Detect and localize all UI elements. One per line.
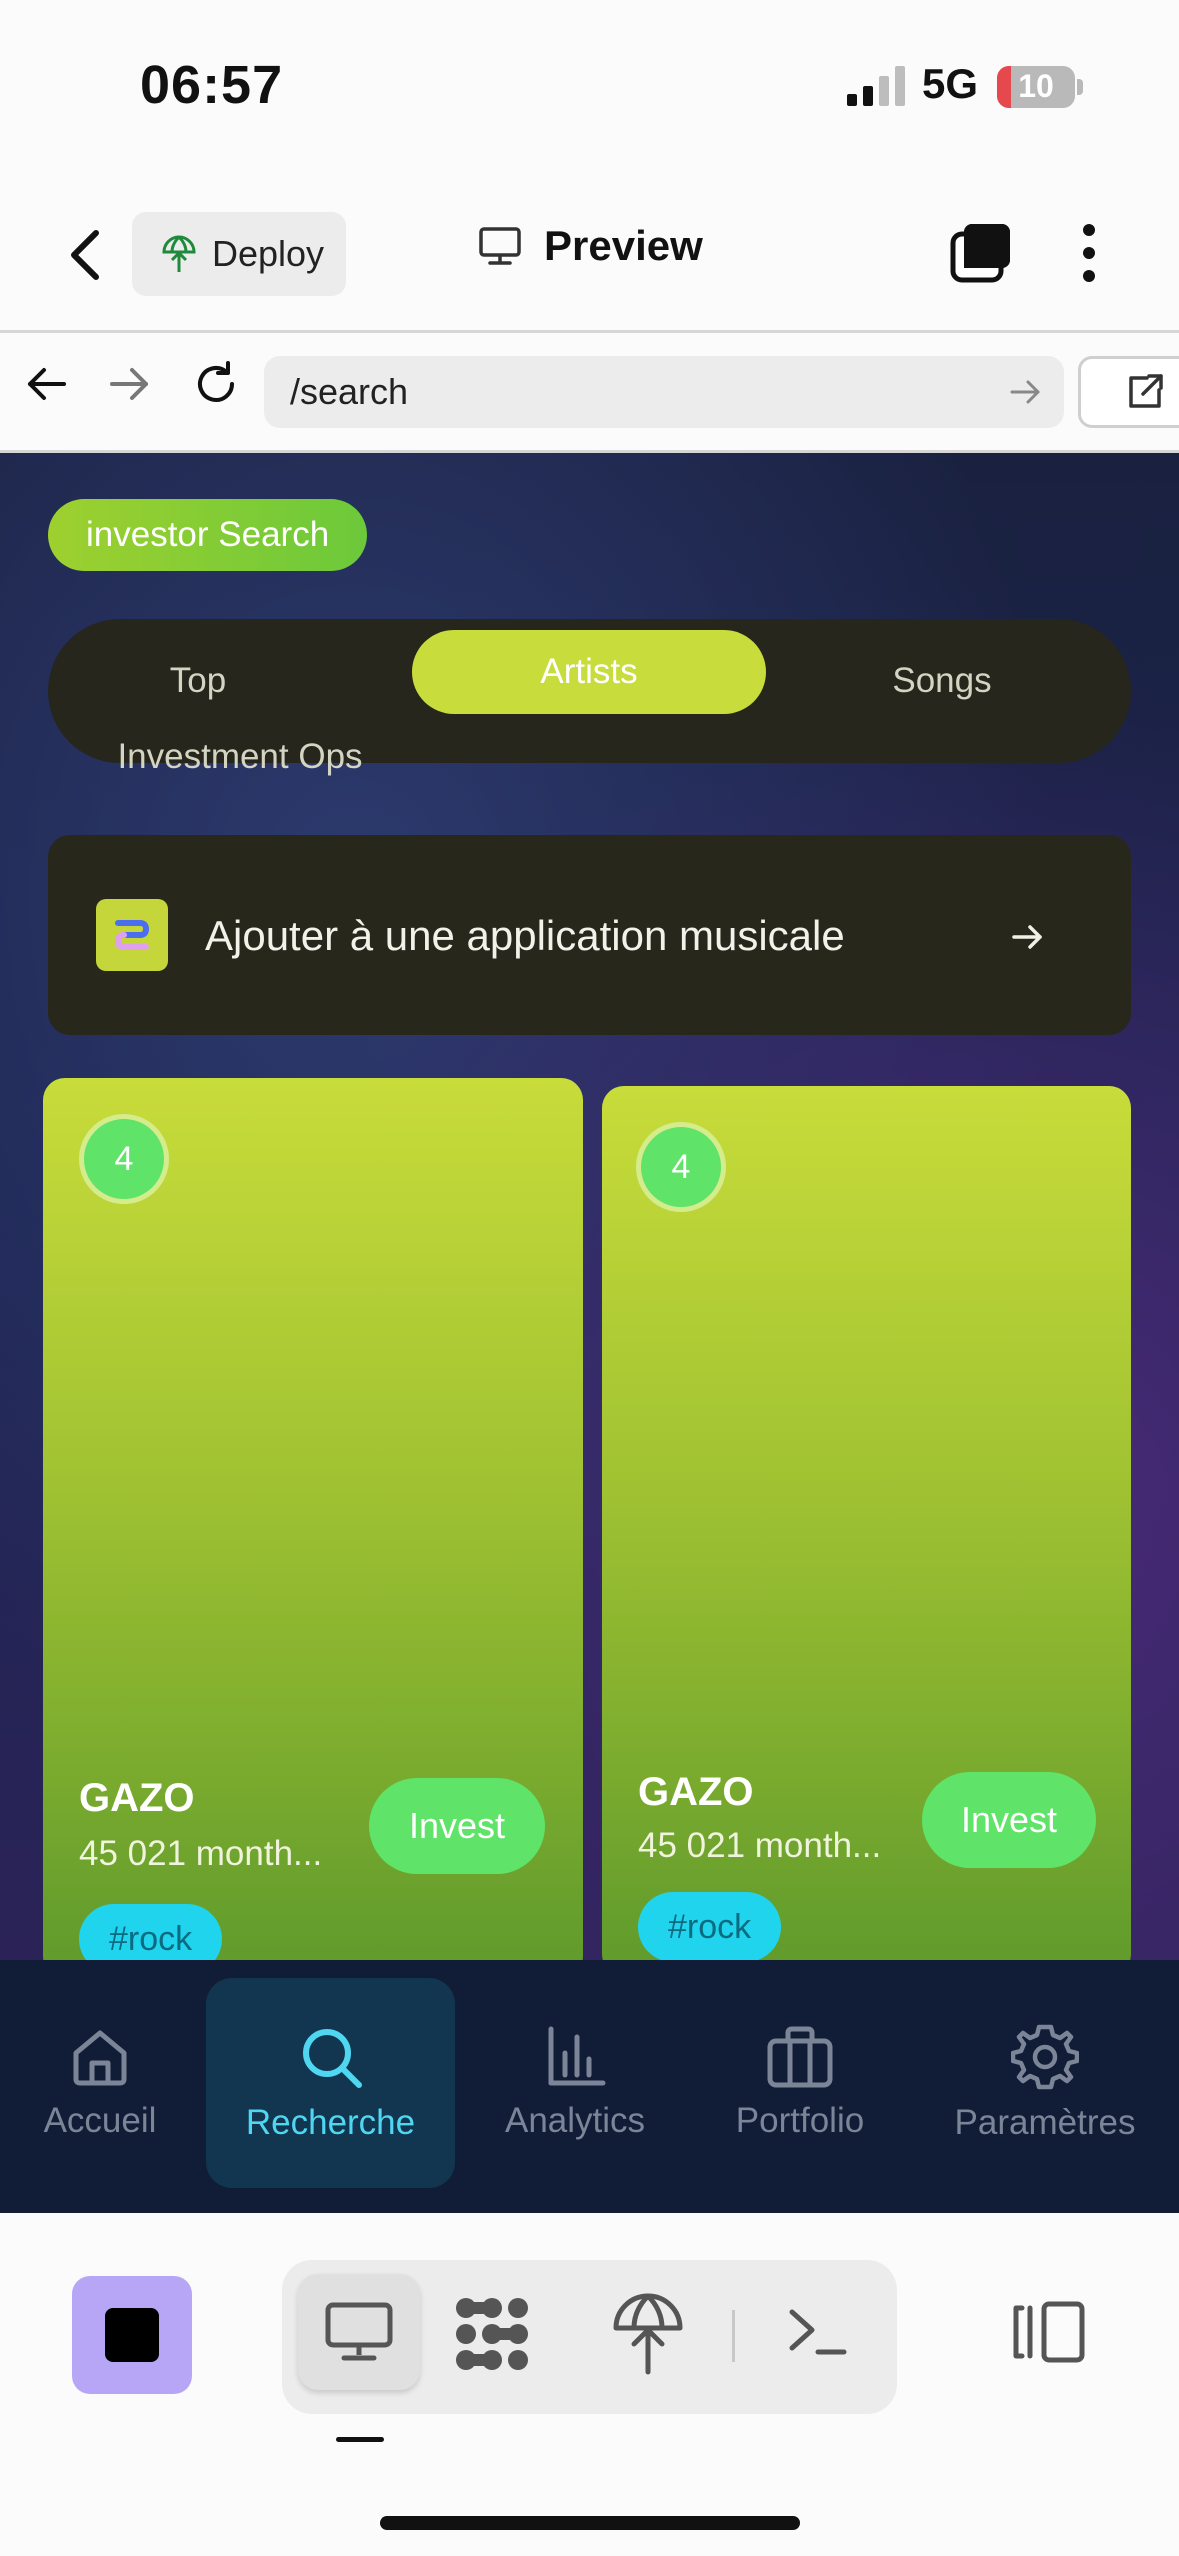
grid-dots-icon[interactable] — [454, 2296, 530, 2377]
deploy-label: Deploy — [212, 233, 325, 274]
stop-button[interactable] — [72, 2276, 192, 2394]
nav-item-recherche[interactable]: Recherche — [206, 1978, 455, 2188]
back-button[interactable] — [56, 220, 116, 290]
genre-tag[interactable]: #rock — [79, 1904, 223, 1960]
toolbar-divider — [732, 2310, 735, 2362]
invest-button[interactable]: Invest — [369, 1778, 545, 1874]
monitor-icon — [325, 2302, 393, 2361]
nav-label: Paramètres — [954, 2103, 1136, 2142]
artist-name: GAZO — [638, 1770, 754, 1814]
more-options-icon[interactable] — [1075, 222, 1103, 289]
arrow-right-icon — [1008, 917, 1048, 962]
page-title-pill: investor Search — [48, 499, 368, 571]
search-icon — [302, 2029, 362, 2088]
preview-label: Preview — [544, 222, 703, 269]
terminal-icon[interactable] — [786, 2300, 848, 2367]
app-logo-icon — [96, 899, 168, 971]
rank-badge: 4 — [79, 1114, 169, 1204]
tab-artists[interactable]: Artists — [412, 630, 766, 714]
home-icon — [73, 2030, 127, 2086]
tab-songs[interactable]: Songs — [822, 639, 1062, 723]
nav-forward-icon[interactable] — [108, 362, 152, 411]
nav-item-analytics[interactable]: Analytics — [490, 1978, 660, 2188]
monthly-listeners: 45 021 month... — [79, 1834, 323, 1873]
tabs-icon[interactable] — [950, 222, 1014, 289]
deploy-button[interactable]: Deploy — [132, 212, 346, 296]
nav-item-parametres[interactable]: Paramètres — [940, 1978, 1150, 2188]
chevron-left-icon — [71, 230, 99, 280]
gear-icon — [1011, 2024, 1079, 2090]
url-path: /search — [290, 371, 409, 412]
reload-icon[interactable] — [192, 360, 240, 413]
artist-card[interactable]: 4 GAZO 45 021 month... Invest #rock — [43, 1078, 583, 1960]
briefcase-icon — [767, 2026, 833, 2088]
preview-title[interactable]: Preview — [478, 222, 703, 270]
monthly-listeners: 45 021 month... — [638, 1826, 882, 1865]
network-type: 5G — [922, 60, 979, 107]
url-input[interactable]: /search — [264, 356, 1064, 428]
nav-back-icon[interactable] — [24, 362, 68, 411]
external-link-icon — [1129, 374, 1163, 408]
tab-investment-ops[interactable]: Investment Ops — [80, 715, 400, 799]
nav-label: Recherche — [245, 2103, 416, 2142]
home-indicator — [380, 2516, 800, 2530]
banner-text: Ajouter à une application musicale — [205, 912, 845, 959]
artist-name: GAZO — [79, 1776, 195, 1820]
genre-tag[interactable]: #rock — [638, 1892, 782, 1960]
stop-icon — [105, 2308, 159, 2362]
monitor-view-button[interactable] — [298, 2274, 420, 2390]
deploy-icon[interactable] — [610, 2292, 686, 2381]
cell-signal-icon — [845, 66, 907, 111]
nav-item-accueil[interactable]: Accueil — [20, 1978, 180, 2188]
battery-tip — [1077, 79, 1083, 95]
battery-icon: 10 — [997, 66, 1075, 108]
split-view-icon[interactable] — [1008, 2300, 1088, 2369]
nav-item-portfolio[interactable]: Portfolio — [720, 1978, 880, 2188]
deploy-icon — [162, 235, 196, 272]
bar-chart-icon — [548, 2026, 606, 2086]
url-go-icon[interactable] — [1008, 374, 1044, 415]
app-preview: investor Search Top Artists Songs Invest… — [0, 453, 1179, 1960]
artist-card[interactable]: 4 GAZO 45 021 month... Invest #rock — [602, 1086, 1131, 1960]
status-time: 06:57 — [140, 55, 284, 115]
rank-badge: 4 — [636, 1122, 726, 1212]
invest-button[interactable]: Invest — [922, 1772, 1096, 1868]
monitor-icon — [479, 227, 521, 265]
active-view-indicator — [336, 2437, 384, 2442]
nav-label: Portfolio — [735, 2101, 865, 2140]
open-external-button[interactable] — [1078, 356, 1179, 428]
nav-label: Accueil — [43, 2101, 157, 2140]
tab-top[interactable]: Top — [78, 639, 318, 723]
battery-level: 10 — [1018, 68, 1054, 104]
nav-label: Analytics — [504, 2101, 646, 2140]
